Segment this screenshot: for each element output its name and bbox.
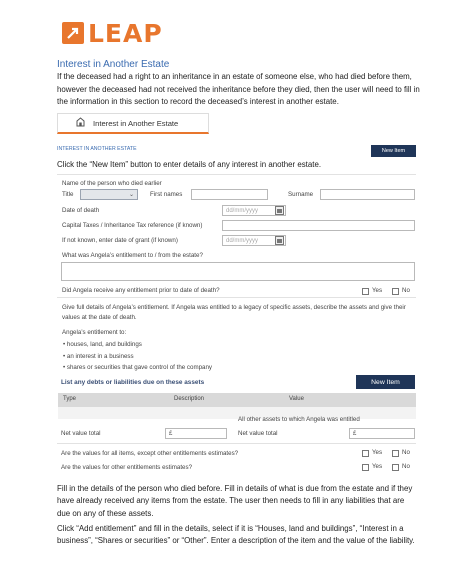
currency-symbol: £ <box>353 430 357 437</box>
received-yes-checkbox[interactable] <box>362 288 369 295</box>
new-item-button[interactable]: New Item <box>371 145 416 157</box>
grant-date-input[interactable]: dd/mm/yyyy <box>222 235 286 246</box>
col-type: Type <box>63 396 77 402</box>
chevron-down-icon: ⌄ <box>128 192 134 198</box>
intro-paragraph: If the deceased had a right to an inheri… <box>57 72 420 107</box>
col-description: Description <box>174 396 205 402</box>
values-other-question: Are the values for other entitlements es… <box>61 464 193 471</box>
divider <box>57 297 416 298</box>
other-net-value-input[interactable]: £ <box>349 428 415 439</box>
no-label: No <box>402 449 410 456</box>
bullet-houses: • houses, land, and buildings <box>63 341 142 348</box>
net-value-label: Net value total <box>61 430 101 437</box>
divider <box>57 174 416 175</box>
date-placeholder: dd/mm/yyyy <box>226 237 259 244</box>
other-assets-label: All other assets to which Angela was ent… <box>238 416 360 423</box>
yes-label: Yes <box>372 449 383 456</box>
received-no-checkbox[interactable] <box>392 288 399 295</box>
values-other-no-checkbox[interactable] <box>392 464 399 471</box>
surname-input[interactable] <box>320 189 415 200</box>
new-item-instruction: Click the “New Item” button to enter det… <box>57 160 322 169</box>
first-names-label: First names <box>150 191 183 198</box>
estate-icon <box>76 117 85 129</box>
date-of-death-input[interactable]: dd/mm/yyyy <box>222 205 286 216</box>
no-label: No <box>402 463 410 470</box>
yes-label: Yes <box>372 287 383 294</box>
tab-label: Interest in Another Estate <box>93 118 179 128</box>
leap-logo: LEAP <box>62 18 163 48</box>
full-details-text: Give full details of Angela’s entitlemen… <box>62 304 406 321</box>
leap-logo-text: LEAP <box>88 18 163 48</box>
liabilities-heading: List any debts or liabilities due on the… <box>61 379 205 386</box>
values-all-yes-checkbox[interactable] <box>362 450 369 457</box>
bullet-business: • an interest in a business <box>63 353 134 360</box>
calendar-icon[interactable] <box>275 206 284 215</box>
liabilities-new-item-button[interactable]: New Item <box>356 375 415 389</box>
tab-interest-in-another-estate[interactable]: Interest in Another Estate <box>57 113 209 134</box>
name-label: Name of the person who died earlier <box>62 180 162 187</box>
date-of-death-label: Date of death <box>62 207 100 214</box>
form-title: INTEREST IN ANOTHER ESTATE <box>57 146 137 152</box>
details-paragraph: Fill in the details of the person who di… <box>57 484 413 518</box>
surname-label: Surname <box>288 191 314 198</box>
no-label: No <box>402 287 410 294</box>
first-names-input[interactable] <box>191 189 268 200</box>
date-placeholder: dd/mm/yyyy <box>226 207 259 214</box>
col-value: Value <box>289 396 304 402</box>
calendar-icon[interactable] <box>275 236 284 245</box>
net-value-input[interactable]: £ <box>165 428 227 439</box>
leap-logo-mark-icon <box>62 22 84 44</box>
section-heading: Interest in Another Estate <box>57 59 170 70</box>
divider <box>57 443 416 444</box>
other-net-value-label: Net value total <box>238 430 278 437</box>
title-select[interactable]: ⌄ <box>80 189 138 200</box>
cti-label: Capital Taxes / Inheritance Tax referenc… <box>62 222 203 229</box>
entitlement-textarea[interactable] <box>61 262 415 281</box>
received-question: Did Angela receive any entitlement prior… <box>62 287 220 294</box>
liabilities-table-row[interactable] <box>58 407 416 419</box>
yes-label: Yes <box>372 463 383 470</box>
entitlement-to-label: Angela’s entitlement to: <box>62 329 127 336</box>
values-other-yes-checkbox[interactable] <box>362 464 369 471</box>
bullet-shares: • shares or securities that gave control… <box>63 364 213 371</box>
grant-date-label: If not known, enter date of grant (if kn… <box>62 237 178 244</box>
currency-symbol: £ <box>169 430 173 437</box>
cti-reference-input[interactable] <box>222 220 415 231</box>
title-label: Title <box>62 191 74 198</box>
add-entitlement-paragraph: Click “Add entitlement” and fill in the … <box>57 524 415 546</box>
values-all-no-checkbox[interactable] <box>392 450 399 457</box>
entitlement-question: What was Angela’s entitlement to / from … <box>62 252 203 259</box>
values-all-question: Are the values for all items, except oth… <box>61 450 239 457</box>
liabilities-table-header: Type Description Value <box>58 393 416 407</box>
